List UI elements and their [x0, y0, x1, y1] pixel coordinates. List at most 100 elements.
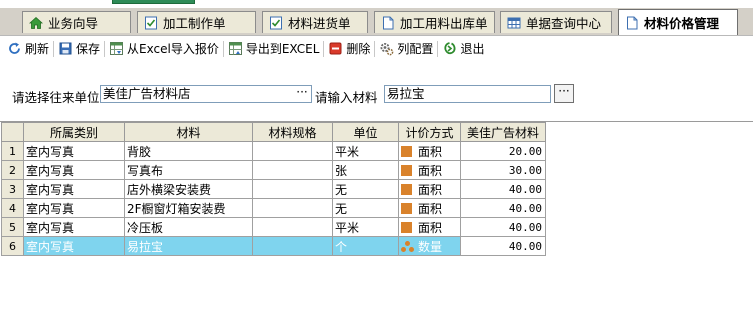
cell-material[interactable]: 店外横梁安装费: [124, 179, 253, 199]
table-row[interactable]: 2 室内写真 写真布 张 面积 30.00: [1, 160, 546, 180]
cell-price[interactable]: 20.00: [460, 141, 546, 161]
save-button[interactable]: 保存: [55, 39, 103, 59]
area-pricing-icon: [401, 164, 412, 176]
cell-unit[interactable]: 个: [332, 236, 399, 256]
cell-pricing[interactable]: 数量: [398, 236, 461, 256]
cell-material[interactable]: 冷压板: [124, 217, 253, 237]
delete-button[interactable]: 删除: [325, 39, 373, 59]
pricing-label: 数量: [418, 239, 443, 254]
document-icon: [381, 16, 395, 30]
cell-category[interactable]: 室内写真: [23, 236, 125, 256]
table-row[interactable]: 4 室内写真 2F橱窗灯箱安装费 无 面积 40.00: [1, 198, 546, 218]
cell-category[interactable]: 室内写真: [23, 198, 125, 218]
cell-material[interactable]: 写真布: [124, 160, 253, 180]
column-config-label: 列配置: [397, 42, 434, 56]
cell-pricing[interactable]: 面积: [398, 160, 461, 180]
toolbar-separator: [53, 40, 55, 57]
tab-label: 业务向导: [48, 16, 99, 31]
tab-material-outbound[interactable]: 加工用料出库单: [374, 11, 495, 33]
cell-pricing[interactable]: 面积: [398, 141, 461, 161]
column-header[interactable]: 材料: [124, 122, 253, 142]
save-icon: [58, 41, 73, 56]
delete-label: 删除: [346, 42, 371, 56]
supplier-picker-button[interactable]: ···: [293, 86, 311, 102]
save-label: 保存: [76, 42, 101, 56]
pricing-label: 面积: [418, 182, 443, 197]
pricing-label: 面积: [418, 220, 443, 235]
row-number-header: [1, 122, 24, 142]
cell-spec[interactable]: [252, 236, 333, 256]
column-header[interactable]: 所属类别: [23, 122, 125, 142]
home-icon: [29, 16, 43, 30]
table-row-selected[interactable]: 6 室内写真 易拉宝 个 数量 40.00: [1, 236, 546, 256]
tab-material-price-management[interactable]: 材料价格管理: [618, 9, 738, 35]
table-icon: [507, 16, 521, 30]
tab-business-guide[interactable]: 业务向导: [22, 11, 131, 33]
checklist-icon: [144, 16, 158, 30]
column-header[interactable]: 计价方式: [398, 122, 461, 142]
toolbar: 刷新 保存 从Excel导入报价 导出到EXCEL 删除 列配置 退出: [0, 35, 753, 61]
row-number: 6: [1, 236, 24, 256]
price-grid: 所属类别 材料 材料规格 单位 计价方式 美佳广告材料 1 室内写真 背胶 平米…: [1, 122, 546, 256]
cell-unit[interactable]: 平米: [332, 217, 399, 237]
cell-unit[interactable]: 无: [332, 198, 399, 218]
area-pricing-icon: [401, 183, 412, 195]
excel-export-icon: [228, 41, 243, 56]
table-row[interactable]: 1 室内写真 背胶 平米 面积 20.00: [1, 141, 546, 161]
cell-price[interactable]: 40.00: [460, 179, 546, 199]
column-header[interactable]: 材料规格: [252, 122, 333, 142]
supplier-field[interactable]: 美佳广告材料店 ···: [100, 85, 312, 103]
table-row[interactable]: 5 室内写真 冷压板 平米 面积 40.00: [1, 217, 546, 237]
supplier-label: 请选择往来单位: [12, 90, 100, 105]
toolbar-separator: [222, 40, 224, 57]
cell-pricing[interactable]: 面积: [398, 179, 461, 199]
cell-category[interactable]: 室内写真: [23, 160, 125, 180]
row-number: 5: [1, 217, 24, 237]
export-excel-label: 导出到EXCEL: [245, 42, 320, 56]
exit-icon: [442, 41, 457, 56]
quantity-pricing-icon: [401, 240, 414, 252]
area-pricing-icon: [401, 221, 412, 233]
export-excel-button[interactable]: 导出到EXCEL: [225, 39, 323, 59]
area-pricing-icon: [401, 202, 412, 214]
cell-material[interactable]: 2F橱窗灯箱安装费: [124, 198, 253, 218]
cell-unit[interactable]: 平米: [332, 141, 399, 161]
column-config-button[interactable]: 列配置: [376, 39, 436, 59]
cell-material[interactable]: 背胶: [124, 141, 253, 161]
cell-price[interactable]: 40.00: [460, 198, 546, 218]
tab-processing-order[interactable]: 加工制作单: [137, 11, 256, 33]
cell-spec[interactable]: [252, 160, 333, 180]
cell-price-editing[interactable]: 40.00: [460, 236, 546, 256]
material-picker-button[interactable]: ···: [554, 84, 574, 103]
tab-label: 加工用料出库单: [400, 16, 488, 31]
cell-pricing[interactable]: 面积: [398, 198, 461, 218]
cell-spec[interactable]: [252, 217, 333, 237]
cell-price[interactable]: 30.00: [460, 160, 546, 180]
cell-spec[interactable]: [252, 198, 333, 218]
material-value: 易拉宝: [387, 86, 425, 101]
table-row[interactable]: 3 室内写真 店外横梁安装费 无 面积 40.00: [1, 179, 546, 199]
exit-button[interactable]: 退出: [439, 39, 487, 59]
row-number: 1: [1, 141, 24, 161]
tab-label: 加工制作单: [163, 16, 226, 31]
material-input[interactable]: 易拉宝: [384, 85, 551, 103]
refresh-label: 刷新: [25, 42, 50, 56]
cell-category[interactable]: 室内写真: [23, 179, 125, 199]
column-header[interactable]: 美佳广告材料: [460, 122, 546, 142]
tab-query-center[interactable]: 单据查询中心: [500, 11, 612, 33]
cell-material[interactable]: 易拉宝: [124, 236, 253, 256]
refresh-button[interactable]: 刷新: [4, 39, 52, 59]
import-excel-button[interactable]: 从Excel导入报价: [106, 39, 222, 59]
cell-price[interactable]: 40.00: [460, 217, 546, 237]
column-header[interactable]: 单位: [332, 122, 399, 142]
cell-category[interactable]: 室内写真: [23, 141, 125, 161]
cell-pricing[interactable]: 面积: [398, 217, 461, 237]
cell-spec[interactable]: [252, 141, 333, 161]
pricing-label: 面积: [418, 144, 443, 159]
area-pricing-icon: [401, 145, 412, 157]
cell-unit[interactable]: 张: [332, 160, 399, 180]
tab-material-purchase[interactable]: 材料进货单: [262, 11, 368, 33]
cell-unit[interactable]: 无: [332, 179, 399, 199]
cell-category[interactable]: 室内写真: [23, 217, 125, 237]
cell-spec[interactable]: [252, 179, 333, 199]
